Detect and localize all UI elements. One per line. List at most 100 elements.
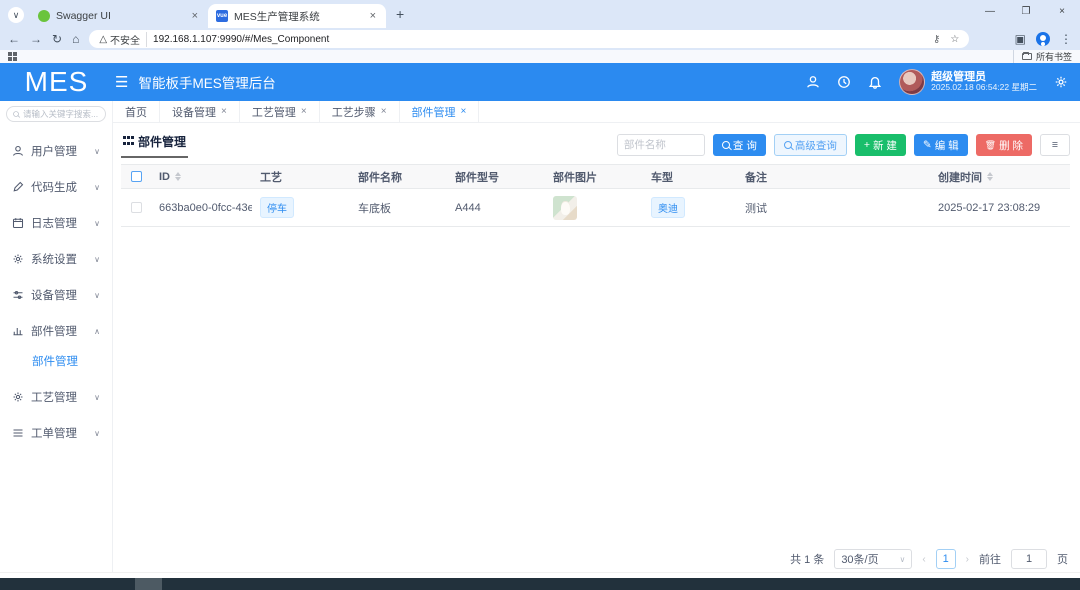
components-table: ID 工艺 部件名称 部件型号 部件图片 车型 备注 创建时间 [121,164,1070,227]
close-icon[interactable]: × [301,106,307,117]
component-name-input[interactable] [617,134,705,156]
sort-icon[interactable] [987,172,993,181]
back-icon[interactable]: ← [8,32,20,46]
select-all-checkbox[interactable] [131,171,142,182]
query-button[interactable]: 查 询 [713,134,766,156]
settings-gear-icon[interactable] [1054,75,1068,89]
nav-tab-craft[interactable]: 工艺管理 × [240,101,320,122]
sidebar-item-devices[interactable]: 设备管理 ∨ [0,277,112,313]
sidebar-item-label: 部件管理 [31,323,77,339]
nav-tab-label: 工艺管理 [252,104,296,120]
user-icon [12,145,24,157]
col-header-model: 部件型号 [447,169,545,185]
sidebar-item-codegen[interactable]: 代码生成 ∨ [0,169,112,205]
list-icon [12,427,24,439]
sidebar-item-users[interactable]: 用户管理 ∨ [0,133,112,169]
vehicle-tag: 奥迪 [651,197,685,218]
nav-tab-label: 首页 [125,104,147,120]
sidebar-item-label: 工艺管理 [31,389,77,405]
close-icon[interactable]: × [221,106,227,117]
next-page-button[interactable]: › [966,554,969,565]
browser-tab-title: MES生产管理系统 [234,9,362,24]
password-key-icon[interactable]: ⚷ [933,34,940,45]
sidebar-item-craft[interactable]: 工艺管理 ∨ [0,379,112,415]
goto-page-input[interactable] [1011,549,1047,569]
bookmark-star-icon[interactable]: ☆ [950,34,959,45]
all-bookmarks[interactable]: 所有书签 [1013,50,1072,63]
user-avatar[interactable] [899,69,925,95]
nav-tabs: 首页 设备管理 × 工艺管理 × 工艺步骤 × 部件管理 × [113,101,1080,123]
new-tab-button[interactable]: + [396,6,404,22]
pagination: 共 1 条 30条/页 ∨ ‹ 1 › 前往 页 [790,549,1068,569]
column-settings-button[interactable]: ≡ [1040,134,1070,156]
tab-close-icon[interactable]: × [368,10,378,22]
edit-button[interactable]: ✎ 编 辑 [914,134,968,156]
bell-icon[interactable] [868,75,882,89]
current-page[interactable]: 1 [936,549,956,569]
create-button[interactable]: + 新 建 [855,134,906,156]
chevron-up-icon: ∧ [94,327,100,336]
forward-icon[interactable]: → [30,32,42,46]
total-count: 共 1 条 [790,551,824,567]
sort-icon[interactable] [175,172,181,181]
sidebar-search-input[interactable]: 请输入关键字搜索... [6,106,106,122]
nav-tab-home[interactable]: 首页 [113,101,160,122]
sidebar-item-label: 工单管理 [31,425,77,441]
delete-button[interactable]: 🗑 删 除 [976,134,1032,156]
security-chip[interactable]: △ 不安全 [99,32,147,47]
browser-menu-icon[interactable]: ⋮ [1060,32,1072,46]
maximize-button[interactable]: ❐ [1008,0,1044,26]
clock-icon[interactable] [837,75,851,89]
col-header-name: 部件名称 [350,169,447,185]
component-photo[interactable] [553,196,577,220]
cell-remark: 测试 [737,200,930,216]
col-header-created[interactable]: 创建时间 [930,169,1070,185]
sidebar-subitem-components[interactable]: 部件管理 [0,349,112,379]
search-icon [722,141,730,149]
nav-tab-devices[interactable]: 设备管理 × [160,101,240,122]
nav-tab-components[interactable]: 部件管理 × [400,101,480,122]
prev-page-button[interactable]: ‹ [922,554,925,565]
header-actions: 超级管理员 2025.02.18 06:54:22 星期二 [806,69,1080,95]
chevron-down-icon: ∨ [94,255,100,264]
extensions-icon[interactable]: ▣ [1015,32,1026,46]
reload-icon[interactable]: ↻ [52,32,62,46]
tab-close-icon[interactable]: × [190,10,200,22]
url-text: 192.168.1.107:9990/#/Mes_Component [153,34,927,45]
col-header-vehicle: 车型 [643,169,737,185]
sidebar-item-label: 用户管理 [31,143,77,159]
browser-tab-swagger[interactable]: Swagger UI × [30,4,208,28]
advanced-query-button[interactable]: 高级查询 [774,134,847,156]
sidebar-collapse-icon[interactable]: ☰ [115,73,128,91]
sidebar-item-components[interactable]: 部件管理 ∧ [0,313,112,349]
home-icon[interactable]: ⌂ [72,32,79,46]
app-title: 智能板手MES管理后台 [138,72,275,92]
security-label: 不安全 [110,32,140,47]
user-block[interactable]: 超级管理员 2025.02.18 06:54:22 星期二 [899,69,1037,95]
chevron-down-icon: ∨ [94,291,100,300]
row-checkbox[interactable] [131,202,142,213]
tab-search-button[interactable]: ∨ [8,7,24,23]
sidebar-item-system[interactable]: 系统设置 ∨ [0,241,112,277]
user-icon[interactable] [806,75,820,89]
minimize-button[interactable]: — [972,0,1008,26]
close-button[interactable]: × [1044,0,1080,26]
table-row[interactable]: 663ba0e0-0fcc-43e5-... 停车 车底板 A444 奥迪 测试… [121,189,1070,227]
browser-tab-mes[interactable]: vue MES生产管理系统 × [208,4,386,28]
taskbar-app-thumb[interactable] [135,578,162,590]
sidebar-item-workorders[interactable]: 工单管理 ∨ [0,415,112,451]
page-size-select[interactable]: 30条/页 ∨ [834,549,912,569]
nav-tab-craft-steps[interactable]: 工艺步骤 × [320,101,400,122]
bookmarks-bar: 所有书签 [0,50,1080,63]
close-icon[interactable]: × [461,106,467,117]
apps-grid-icon[interactable] [8,52,17,61]
gear-icon [12,253,24,265]
search-icon [784,141,792,149]
close-icon[interactable]: × [381,106,387,117]
sidebar-item-logs[interactable]: 日志管理 ∨ [0,205,112,241]
nav-tab-label: 部件管理 [412,104,456,120]
col-header-craft: 工艺 [252,169,350,185]
col-header-id[interactable]: ID [151,171,252,183]
url-input[interactable]: △ 不安全 192.168.1.107:9990/#/Mes_Component… [89,30,969,48]
browser-profile-avatar[interactable] [1036,32,1050,46]
